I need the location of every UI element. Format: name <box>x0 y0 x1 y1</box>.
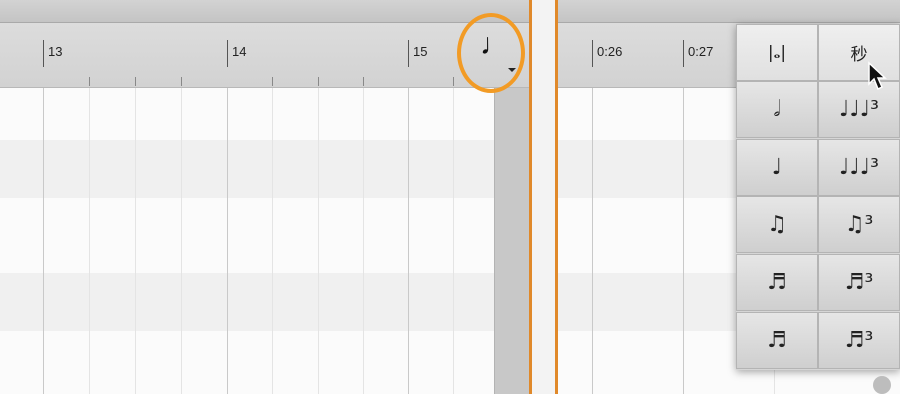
time-label-0-26: 0:26 <box>597 44 623 59</box>
grid-line <box>135 88 136 394</box>
menu-item-thirty-second-triplet[interactable]: ♬³ <box>818 312 900 369</box>
toolbar-strip <box>0 0 529 23</box>
menu-item-half-note[interactable]: 𝅗𝅥 <box>736 81 818 138</box>
grid-line <box>318 88 319 394</box>
grid-line <box>89 88 90 394</box>
track-lane[interactable] <box>0 340 529 374</box>
grid-line <box>453 88 454 394</box>
bar-label-13: 13 <box>48 44 63 59</box>
beat-tick <box>135 77 136 86</box>
grid-line <box>592 88 593 394</box>
menu-item-eighth-note[interactable]: ♫ <box>736 196 818 253</box>
beat-tick <box>453 77 454 86</box>
highlight-circle <box>457 13 525 93</box>
track-lane[interactable] <box>0 140 529 198</box>
beat-tick <box>318 77 319 86</box>
grid-line <box>272 88 273 394</box>
menu-item-eighth-triplet[interactable]: ♫³ <box>818 196 900 253</box>
mouse-cursor-icon <box>868 61 887 91</box>
bar-ruler[interactable] <box>0 23 529 88</box>
toolbar-strip <box>558 0 900 23</box>
scroll-nub[interactable] <box>873 376 891 394</box>
menu-item-sixteenth-note[interactable]: ♬ <box>736 254 818 311</box>
menu-item-sixteenth-triplet[interactable]: ♬³ <box>818 254 900 311</box>
grid-line <box>408 88 409 394</box>
grid-line <box>181 88 182 394</box>
menu-item-thirty-second-note[interactable]: ♬ <box>736 312 818 369</box>
beat-tick <box>272 77 273 86</box>
menu-item-quarter-note[interactable]: ♩ <box>736 139 818 196</box>
track-lane[interactable] <box>0 273 529 331</box>
beat-tick <box>363 77 364 86</box>
menu-item-quarter-triplet[interactable]: ♩♩♩³ <box>818 139 900 196</box>
grid-line <box>227 88 228 394</box>
left-timeline-panel: 13 14 15 ♩ <box>0 0 529 394</box>
bar-label-14: 14 <box>232 44 247 59</box>
beat-tick <box>181 77 182 86</box>
grid-line <box>43 88 44 394</box>
vertical-scrollbar[interactable] <box>494 88 529 394</box>
grid-line <box>683 88 684 394</box>
beat-tick <box>89 77 90 86</box>
time-label-0-27: 0:27 <box>688 44 714 59</box>
bar-label-15: 15 <box>413 44 428 59</box>
track-lane[interactable] <box>0 206 529 240</box>
track-lanes[interactable] <box>0 88 529 394</box>
grid-line <box>363 88 364 394</box>
menu-item-whole-bar[interactable]: |𝅝| <box>736 24 818 81</box>
track-lane[interactable] <box>0 88 529 122</box>
